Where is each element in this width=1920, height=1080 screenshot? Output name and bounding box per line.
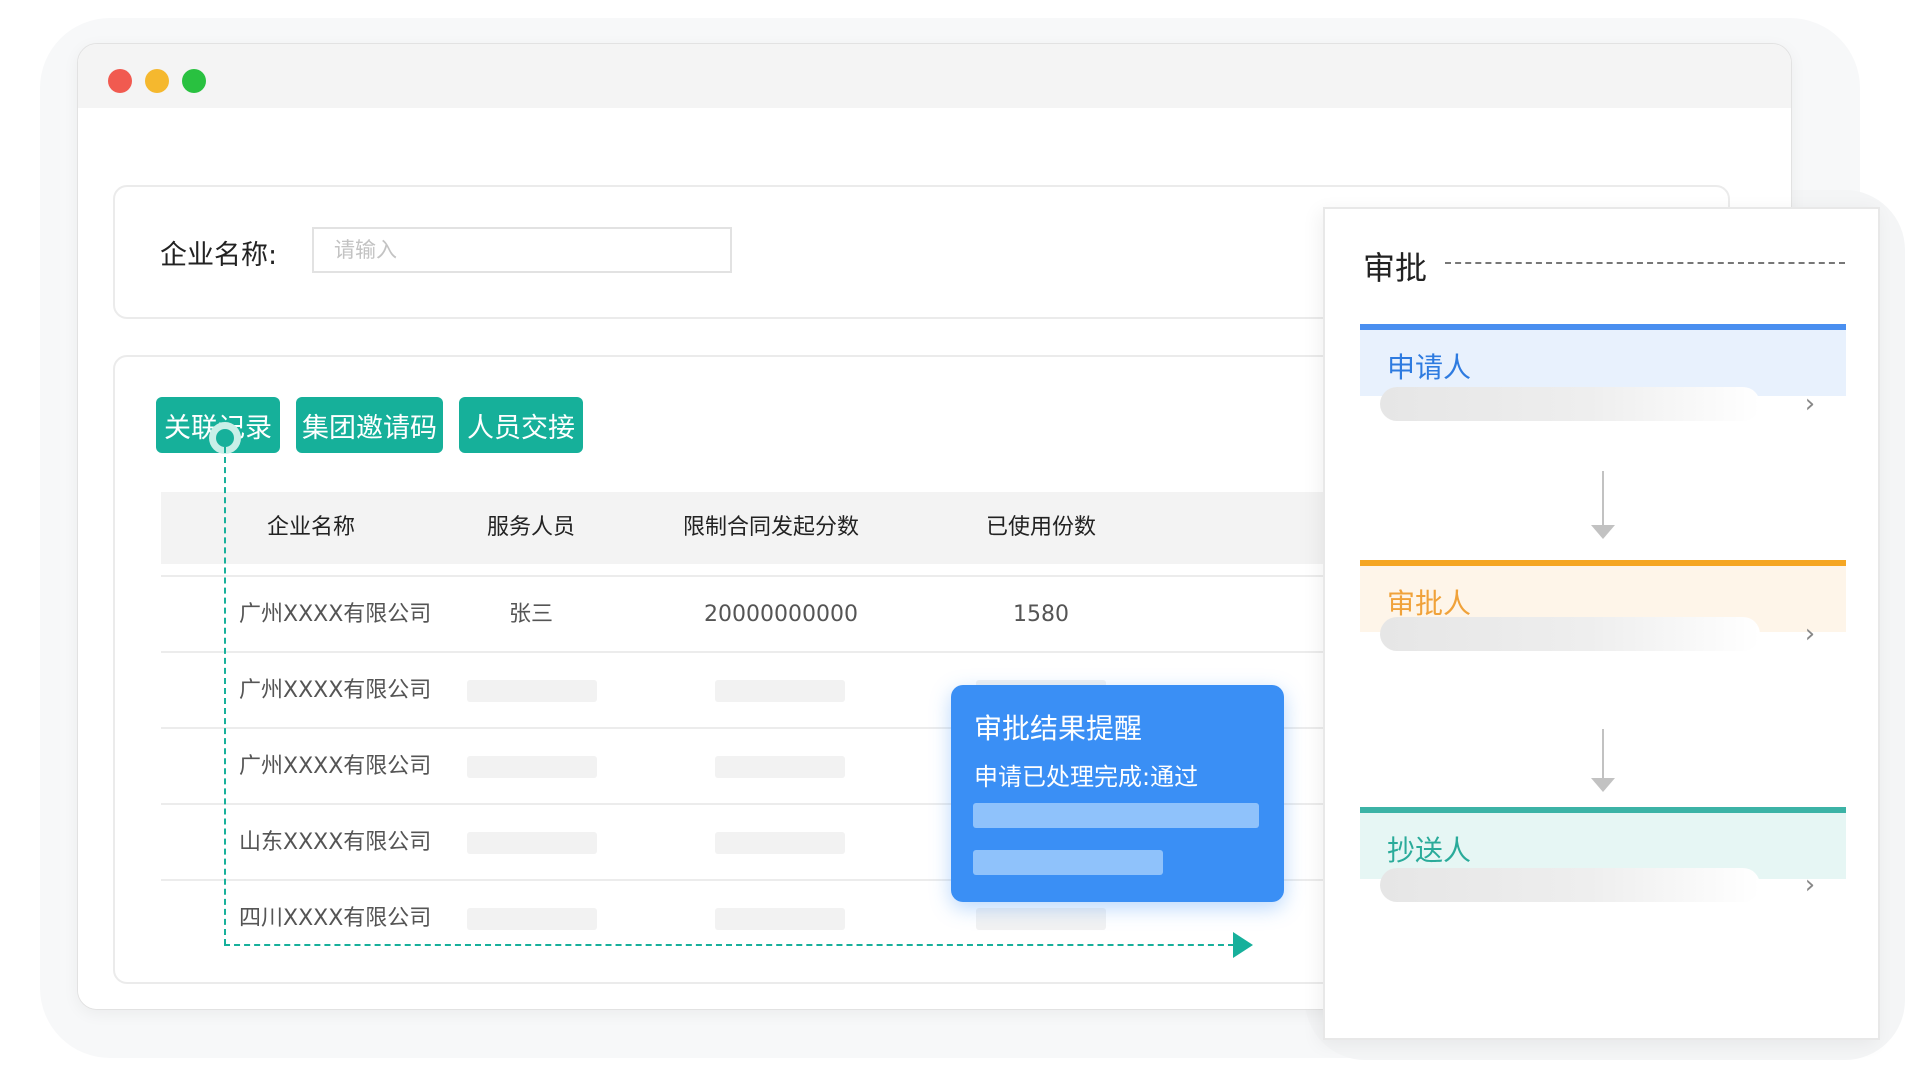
cell-placeholder [467,756,597,778]
notification-message: 申请已处理完成:通过 [974,763,1199,791]
column-header-company: 企业名称 [266,515,355,540]
arrow-down-icon [1591,778,1615,792]
cell-placeholder [976,908,1106,930]
minimize-window-button[interactable] [145,69,169,93]
flow-start-dot [216,429,234,447]
title-divider [1445,262,1845,264]
cell-used: 1580 [1013,602,1069,627]
cell-company: 广州XXXX有限公司 [239,678,432,703]
staff-handover-button[interactable]: 人员交接 [459,397,583,453]
flow-dashed-line-vertical [224,447,226,945]
cell-company: 广州XXXX有限公司 [239,754,432,779]
cell-placeholder [715,680,845,702]
chevron-right-icon[interactable]: › [1800,387,1820,421]
cell-company: 广州XXXX有限公司 [239,602,432,627]
column-header-limit: 限制合同发起分数 [682,515,859,540]
cell-company: 山东XXXX有限公司 [239,830,432,855]
approver-placeholder-bar [1380,617,1760,651]
column-header-used: 已使用份数 [985,515,1096,540]
company-name-input[interactable] [312,227,732,273]
cell-placeholder [467,832,597,854]
notification-placeholder-bar [973,803,1259,828]
cell-placeholder [467,680,597,702]
approval-panel: 审批 申请人 › 审批人 › 抄送人 › [1323,207,1880,1040]
company-name-label: 企业名称: [160,240,278,271]
approval-panel-title: 审批 [1363,249,1428,287]
stage-cc-label: 抄送人 [1387,834,1472,867]
cell-staff: 张三 [508,602,553,627]
flow-dashed-line-horizontal [224,944,1234,946]
stage-applicant-label: 申请人 [1387,351,1472,384]
notification-title: 审批结果提醒 [974,712,1143,745]
cell-placeholder [715,756,845,778]
group-invite-code-button[interactable]: 集团邀请码 [296,397,443,453]
close-window-button[interactable] [108,69,132,93]
notification-placeholder-bar [973,850,1163,875]
stage-connector-line [1602,471,1604,527]
stage-connector-line [1602,729,1604,781]
stage-applicant[interactable]: 申请人 [1360,324,1846,396]
cell-placeholder [715,908,845,930]
flow-arrow-icon [1233,932,1253,958]
maximize-window-button[interactable] [182,69,206,93]
applicant-placeholder-bar [1380,387,1760,421]
chevron-right-icon[interactable]: › [1800,617,1820,651]
column-header-staff: 服务人员 [486,515,575,540]
window-titlebar [78,44,1791,108]
cell-placeholder [467,908,597,930]
chevron-right-icon[interactable]: › [1800,868,1820,902]
cc-placeholder-bar [1380,868,1760,902]
cell-placeholder [715,832,845,854]
approval-result-notification[interactable]: 审批结果提醒 申请已处理完成:通过 [951,685,1284,902]
cell-limit: 20000000000 [704,602,858,627]
stage-approver-label: 审批人 [1387,587,1472,620]
arrow-down-icon [1591,525,1615,539]
